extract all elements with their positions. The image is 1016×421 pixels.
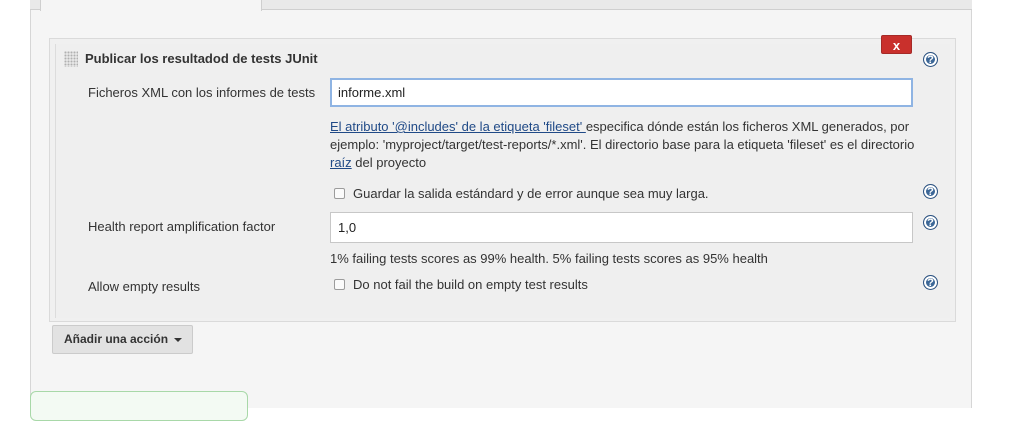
xml-files-label: Ficheros XML con los informes de tests [88,85,316,100]
xml-files-description: El atributo '@includes' de la etiqueta '… [330,118,920,172]
help-icon[interactable]: ? [923,275,938,290]
help-icon[interactable]: ? [923,52,938,67]
keep-long-stdio-row: Guardar la salida estándard y de error a… [334,186,709,201]
health-factor-label: Health report amplification factor [88,219,276,234]
keep-long-stdio-checkbox[interactable] [334,188,345,199]
help-icon[interactable]: ? [923,184,938,199]
health-factor-description: 1% failing tests scores as 99% health. 5… [330,251,768,266]
allow-empty-checkbox-label[interactable]: Do not fail the build on empty test resu… [353,277,588,292]
caret-down-icon [174,338,182,342]
section-title: Publicar los resultadod de tests JUnit [85,51,318,66]
keep-long-stdio-label[interactable]: Guardar la salida estándard y de error a… [353,186,709,201]
help-icon[interactable]: ? [923,215,938,230]
xml-files-help-suffix: del proyecto [351,155,427,170]
add-action-button[interactable]: Añadir una acción [52,325,193,354]
allow-empty-checkbox[interactable] [334,279,345,290]
delete-step-button[interactable]: x [881,35,912,54]
notification-box [30,391,248,421]
add-action-label: Añadir una acción [64,332,169,346]
root-dir-link[interactable]: raíz [330,155,352,170]
xml-files-input[interactable] [330,78,913,107]
fileset-includes-link[interactable]: El atributo '@includes' de la etiqueta '… [330,119,586,134]
drag-handle-icon[interactable] [64,51,78,67]
page-margin [0,0,30,408]
tab-active[interactable] [40,0,262,11]
health-factor-input[interactable] [330,212,913,243]
allow-empty-label: Allow empty results [88,279,200,294]
allow-empty-row: Do not fail the build on empty test resu… [334,277,588,292]
